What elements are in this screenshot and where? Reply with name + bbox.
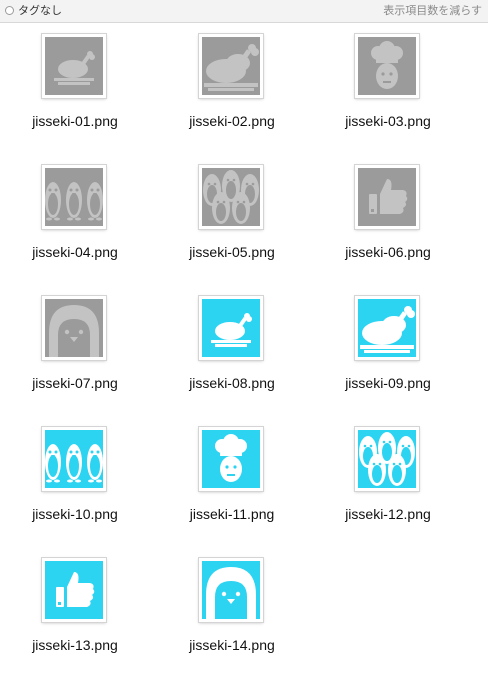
- file-name[interactable]: jisseki-01.png: [0, 112, 150, 130]
- file-thumbnail[interactable]: [355, 427, 419, 491]
- file-thumbnail[interactable]: [199, 165, 263, 229]
- penguins-icon: [45, 430, 103, 488]
- file-name[interactable]: jisseki-05.png: [157, 243, 307, 261]
- file-item[interactable]: jisseki-07.png: [0, 296, 150, 416]
- file-thumbnail[interactable]: [42, 558, 106, 622]
- penguin-face-icon: [45, 299, 103, 357]
- file-thumbnail[interactable]: [355, 165, 419, 229]
- file-name[interactable]: jisseki-03.png: [313, 112, 463, 130]
- roast-chicken-icon: [45, 37, 103, 95]
- file-item[interactable]: jisseki-04.png: [0, 165, 150, 285]
- file-name[interactable]: jisseki-04.png: [0, 243, 150, 261]
- file-thumbnail[interactable]: [42, 427, 106, 491]
- penguin-group-icon: [358, 430, 416, 488]
- file-thumbnail[interactable]: [42, 34, 106, 98]
- penguin-group-icon: [202, 168, 260, 226]
- chef-icon: [202, 430, 260, 488]
- file-item[interactable]: jisseki-13.png: [0, 558, 150, 678]
- thumbs-up-icon: [358, 168, 416, 226]
- file-item[interactable]: jisseki-10.png: [0, 427, 150, 547]
- file-thumbnail[interactable]: [355, 296, 419, 360]
- file-name[interactable]: jisseki-07.png: [0, 374, 150, 392]
- roast-chicken-large-icon: [358, 299, 416, 357]
- file-thumbnail[interactable]: [42, 165, 106, 229]
- show-fewer-items-link[interactable]: 表示項目数を減らす: [383, 4, 482, 18]
- file-name[interactable]: jisseki-02.png: [157, 112, 307, 130]
- file-name[interactable]: jisseki-09.png: [313, 374, 463, 392]
- penguin-face-icon: [202, 561, 260, 619]
- thumbs-up-icon: [45, 561, 103, 619]
- file-thumbnail[interactable]: [199, 558, 263, 622]
- tag-section-header: タグなし 表示項目数を減らす: [0, 0, 488, 23]
- file-item[interactable]: jisseki-09.png: [313, 296, 463, 416]
- file-thumbnail[interactable]: [355, 34, 419, 98]
- roast-chicken-large-icon: [202, 37, 260, 95]
- file-item[interactable]: jisseki-06.png: [313, 165, 463, 285]
- file-item[interactable]: jisseki-05.png: [157, 165, 307, 285]
- file-thumbnail[interactable]: [42, 296, 106, 360]
- file-item[interactable]: jisseki-02.png: [157, 34, 307, 154]
- file-item[interactable]: jisseki-11.png: [157, 427, 307, 547]
- file-name[interactable]: jisseki-11.png: [157, 505, 307, 523]
- tag-section-label: タグなし: [18, 4, 62, 17]
- file-name[interactable]: jisseki-12.png: [313, 505, 463, 523]
- file-item[interactable]: jisseki-01.png: [0, 34, 150, 154]
- file-item[interactable]: jisseki-14.png: [157, 558, 307, 678]
- penguins-icon: [45, 168, 103, 226]
- file-name[interactable]: jisseki-06.png: [313, 243, 463, 261]
- file-name[interactable]: jisseki-13.png: [0, 636, 150, 654]
- file-name[interactable]: jisseki-14.png: [157, 636, 307, 654]
- file-thumbnail[interactable]: [199, 34, 263, 98]
- file-name[interactable]: jisseki-10.png: [0, 505, 150, 523]
- file-item[interactable]: jisseki-12.png: [313, 427, 463, 547]
- file-item[interactable]: jisseki-08.png: [157, 296, 307, 416]
- tag-circle-icon: [5, 6, 14, 15]
- chef-icon: [358, 37, 416, 95]
- roast-chicken-icon: [202, 299, 260, 357]
- file-thumbnail[interactable]: [199, 427, 263, 491]
- file-name[interactable]: jisseki-08.png: [157, 374, 307, 392]
- file-item[interactable]: jisseki-03.png: [313, 34, 463, 154]
- file-thumbnail[interactable]: [199, 296, 263, 360]
